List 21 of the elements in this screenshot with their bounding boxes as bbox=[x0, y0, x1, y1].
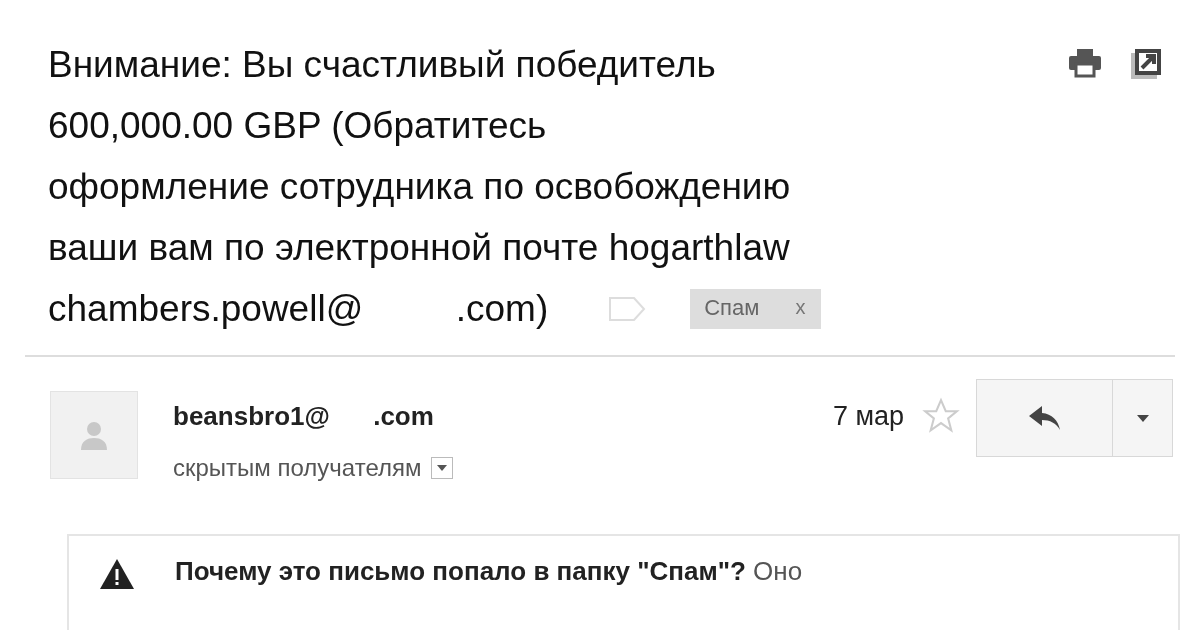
subject-line: ваши вам по электронной почте hogarthlaw bbox=[48, 226, 791, 270]
subject-line: chambers.powell@ .com) bbox=[48, 287, 549, 331]
label-text: Спам bbox=[704, 294, 760, 321]
message-date: 7 мар bbox=[832, 401, 904, 432]
caret-icon bbox=[1136, 414, 1149, 422]
warning-icon bbox=[99, 558, 135, 590]
star-icon[interactable] bbox=[922, 397, 960, 435]
new-window-icon[interactable] bbox=[1130, 48, 1162, 80]
reply-icon bbox=[1027, 405, 1062, 431]
caret-icon bbox=[437, 465, 448, 471]
warning-text: Почему это письмо попало в папку "Спам"? Оно bbox=[175, 556, 803, 587]
remove-label-button[interactable]: x bbox=[795, 296, 806, 319]
print-icon[interactable] bbox=[1068, 48, 1102, 78]
details-dropdown[interactable] bbox=[431, 457, 454, 479]
recipients: скрытым получателям bbox=[173, 454, 422, 482]
subject-line: 600,000.00 GBP (Обратитесь bbox=[48, 104, 548, 148]
subject-line: Внимание: Вы счастливый победитель bbox=[48, 43, 717, 87]
reply-button[interactable] bbox=[976, 379, 1113, 457]
sender-address: beansbro1@ .com bbox=[173, 401, 435, 432]
subject-line: оформление сотрудника по освобождению bbox=[48, 165, 792, 209]
person-icon bbox=[80, 420, 108, 450]
